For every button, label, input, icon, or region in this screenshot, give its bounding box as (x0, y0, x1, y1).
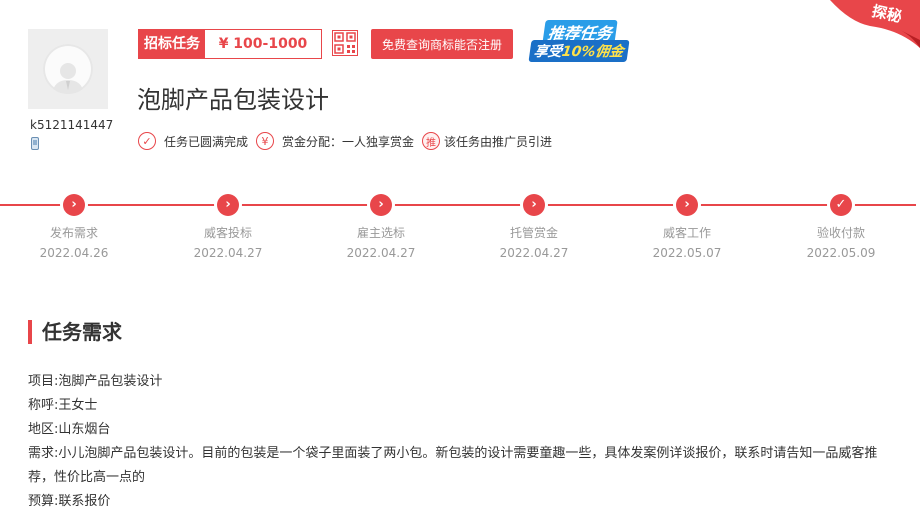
step-bid: › 威客投标 2022.04.27 (168, 194, 288, 260)
check-icon: ✓ (830, 194, 852, 216)
step-date: 2022.04.27 (499, 246, 569, 260)
tag-reward-label: 赏金分配：一人独享赏金 (282, 134, 415, 149)
qr-code-icon[interactable] (332, 30, 358, 56)
tag-recommend-label: 该任务由推广员引进 (444, 134, 553, 149)
yen-icon: ¥ (256, 132, 275, 150)
avatar[interactable] (28, 29, 108, 109)
section-title: 任务需求 (28, 320, 122, 344)
step-name: 验收付款 (816, 226, 865, 240)
step-publish: › 发布需求 2022.04.26 (14, 194, 134, 260)
req-region: 地区:山东烟台 (28, 422, 111, 437)
tag-recommend: 推 该任务由推广员引进 (422, 132, 552, 150)
step-name: 托管赏金 (509, 226, 558, 240)
step-select: › 雇主选标 2022.04.27 (321, 194, 441, 260)
task-price: ¥ 100-1000 (218, 36, 308, 52)
phone-verified-icon (31, 137, 39, 150)
task-title: 泡脚产品包装设计 (137, 86, 329, 114)
step-work: › 威客工作 2022.05.07 (627, 194, 747, 260)
username[interactable]: k5121141447 (30, 118, 113, 132)
req-detail: 需求:小儿泡脚产品包装设计。目前的包装是一个袋子里面装了两小包。新包装的设计需要… (28, 446, 878, 485)
promo-line2-prefix: 享受 (532, 44, 563, 60)
task-tags: ✓ 任务已圆满完成 ¥ 赏金分配：一人独享赏金 推 该任务由推广员引进 (138, 132, 560, 150)
chevron-right-icon: › (217, 194, 239, 216)
promo-line2-highlight: 10%佣金 (560, 44, 625, 60)
chevron-right-icon: › (676, 194, 698, 216)
step-date: 2022.05.07 (652, 246, 722, 260)
step-date: 2022.05.09 (806, 246, 876, 260)
step-name: 威客投标 (203, 226, 252, 240)
req-contact: 称呼:王女士 (28, 398, 98, 413)
promo-line2: 享受10%佣金 (528, 40, 630, 62)
step-escrow: › 托管赏金 2022.04.27 (474, 194, 594, 260)
tag-reward: ¥ 赏金分配：一人独享赏金 (256, 132, 414, 150)
user-silhouette-icon (43, 44, 93, 94)
tag-completed: ✓ 任务已圆满完成 (138, 132, 248, 150)
requirements-body: 项目:泡脚产品包装设计 称呼:王女士 地区:山东烟台 需求:小儿泡脚产品包装设计… (28, 370, 898, 514)
req-budget: 预算:联系报价 (28, 494, 111, 509)
check-icon: ✓ (138, 132, 156, 150)
chevron-right-icon: › (63, 194, 85, 216)
step-name: 发布需求 (49, 226, 98, 240)
step-date: 2022.04.27 (346, 246, 416, 260)
check-trademark-button[interactable]: 免费查询商标能否注册 (371, 29, 513, 59)
step-name: 雇主选标 (356, 226, 405, 240)
step-name: 威客工作 (662, 226, 711, 240)
promo-banner[interactable]: 推荐任务 享受10%佣金 (526, 20, 646, 62)
step-accept: ✓ 验收付款 2022.05.09 (781, 194, 901, 260)
task-type-badge: 招标任务 ¥ 100-1000 (138, 29, 322, 59)
chevron-right-icon: › (370, 194, 392, 216)
step-date: 2022.04.26 (39, 246, 109, 260)
task-type-label: 招标任务 (139, 30, 205, 58)
step-date: 2022.04.27 (193, 246, 263, 260)
chevron-right-icon: › (523, 194, 545, 216)
req-project: 项目:泡脚产品包装设计 (28, 374, 163, 389)
tag-completed-label: 任务已圆满完成 (164, 134, 249, 149)
progress-line (0, 204, 916, 206)
recommend-icon: 推 (422, 132, 441, 150)
